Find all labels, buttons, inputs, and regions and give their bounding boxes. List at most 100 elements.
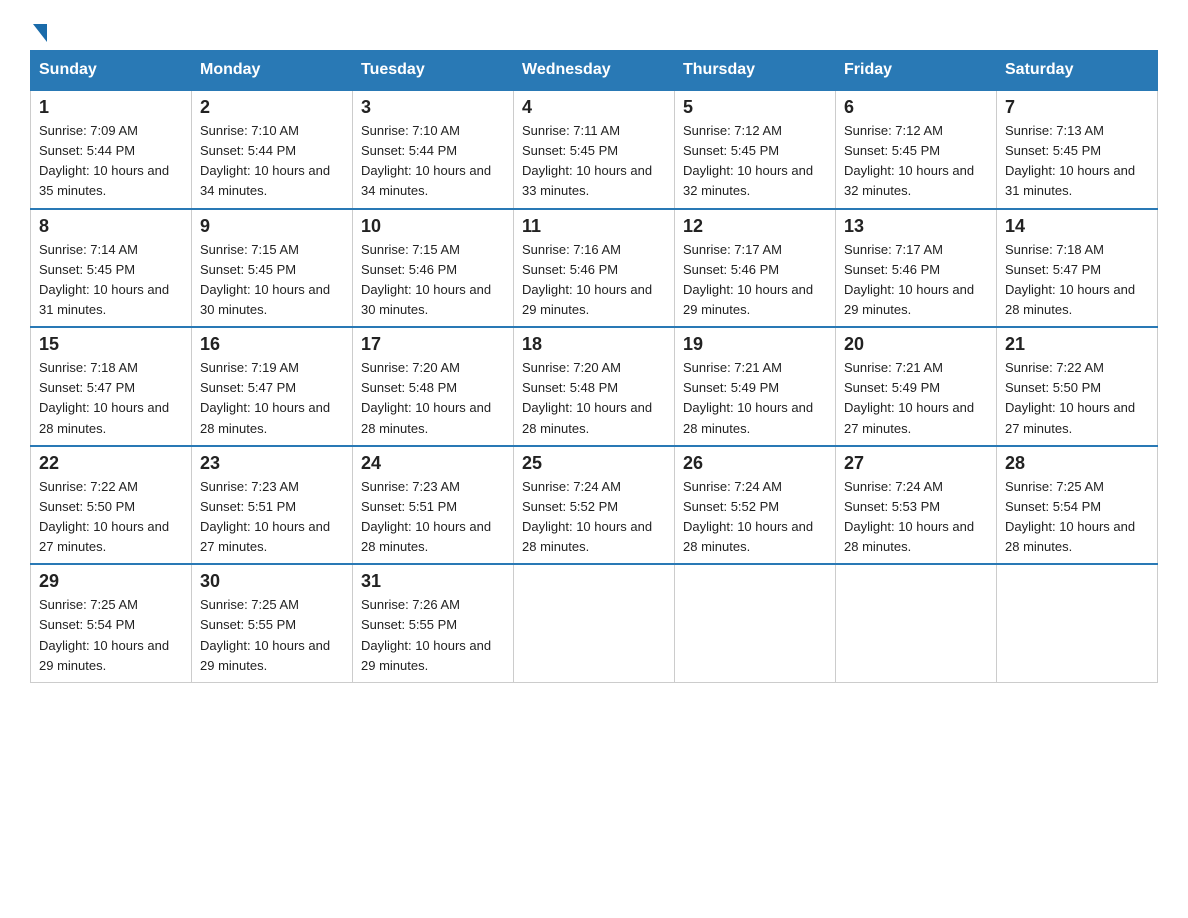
day-info: Sunrise: 7:25 AM Sunset: 5:55 PM Dayligh… <box>200 595 344 676</box>
day-cell-30: 30 Sunrise: 7:25 AM Sunset: 5:55 PM Dayl… <box>192 564 353 682</box>
day-info: Sunrise: 7:24 AM Sunset: 5:53 PM Dayligh… <box>844 477 988 558</box>
day-number: 27 <box>844 453 988 474</box>
day-info: Sunrise: 7:17 AM Sunset: 5:46 PM Dayligh… <box>683 240 827 321</box>
day-number: 22 <box>39 453 183 474</box>
day-cell-27: 27 Sunrise: 7:24 AM Sunset: 5:53 PM Dayl… <box>836 446 997 565</box>
day-number: 24 <box>361 453 505 474</box>
week-row-3: 15 Sunrise: 7:18 AM Sunset: 5:47 PM Dayl… <box>31 327 1158 446</box>
day-info: Sunrise: 7:12 AM Sunset: 5:45 PM Dayligh… <box>844 121 988 202</box>
day-number: 9 <box>200 216 344 237</box>
day-cell-16: 16 Sunrise: 7:19 AM Sunset: 5:47 PM Dayl… <box>192 327 353 446</box>
day-info: Sunrise: 7:21 AM Sunset: 5:49 PM Dayligh… <box>844 358 988 439</box>
header-cell-wednesday: Wednesday <box>514 51 675 91</box>
day-number: 2 <box>200 97 344 118</box>
day-number: 19 <box>683 334 827 355</box>
day-number: 13 <box>844 216 988 237</box>
day-cell-24: 24 Sunrise: 7:23 AM Sunset: 5:51 PM Dayl… <box>353 446 514 565</box>
day-cell-10: 10 Sunrise: 7:15 AM Sunset: 5:46 PM Dayl… <box>353 209 514 328</box>
header-cell-sunday: Sunday <box>31 51 192 91</box>
day-cell-22: 22 Sunrise: 7:22 AM Sunset: 5:50 PM Dayl… <box>31 446 192 565</box>
day-info: Sunrise: 7:23 AM Sunset: 5:51 PM Dayligh… <box>361 477 505 558</box>
day-number: 14 <box>1005 216 1149 237</box>
day-info: Sunrise: 7:15 AM Sunset: 5:45 PM Dayligh… <box>200 240 344 321</box>
day-number: 10 <box>361 216 505 237</box>
day-info: Sunrise: 7:14 AM Sunset: 5:45 PM Dayligh… <box>39 240 183 321</box>
day-number: 7 <box>1005 97 1149 118</box>
day-info: Sunrise: 7:17 AM Sunset: 5:46 PM Dayligh… <box>844 240 988 321</box>
day-info: Sunrise: 7:23 AM Sunset: 5:51 PM Dayligh… <box>200 477 344 558</box>
day-info: Sunrise: 7:12 AM Sunset: 5:45 PM Dayligh… <box>683 121 827 202</box>
day-number: 30 <box>200 571 344 592</box>
day-cell-5: 5 Sunrise: 7:12 AM Sunset: 5:45 PM Dayli… <box>675 90 836 209</box>
day-cell-1: 1 Sunrise: 7:09 AM Sunset: 5:44 PM Dayli… <box>31 90 192 209</box>
calendar-table: SundayMondayTuesdayWednesdayThursdayFrid… <box>30 50 1158 683</box>
day-info: Sunrise: 7:10 AM Sunset: 5:44 PM Dayligh… <box>361 121 505 202</box>
day-number: 31 <box>361 571 505 592</box>
day-number: 17 <box>361 334 505 355</box>
logo <box>30 20 47 40</box>
day-cell-12: 12 Sunrise: 7:17 AM Sunset: 5:46 PM Dayl… <box>675 209 836 328</box>
day-number: 4 <box>522 97 666 118</box>
day-info: Sunrise: 7:24 AM Sunset: 5:52 PM Dayligh… <box>522 477 666 558</box>
day-cell-25: 25 Sunrise: 7:24 AM Sunset: 5:52 PM Dayl… <box>514 446 675 565</box>
day-cell-21: 21 Sunrise: 7:22 AM Sunset: 5:50 PM Dayl… <box>997 327 1158 446</box>
week-row-2: 8 Sunrise: 7:14 AM Sunset: 5:45 PM Dayli… <box>31 209 1158 328</box>
day-number: 6 <box>844 97 988 118</box>
day-cell-19: 19 Sunrise: 7:21 AM Sunset: 5:49 PM Dayl… <box>675 327 836 446</box>
day-number: 28 <box>1005 453 1149 474</box>
day-number: 5 <box>683 97 827 118</box>
empty-cell <box>836 564 997 682</box>
week-row-5: 29 Sunrise: 7:25 AM Sunset: 5:54 PM Dayl… <box>31 564 1158 682</box>
day-info: Sunrise: 7:16 AM Sunset: 5:46 PM Dayligh… <box>522 240 666 321</box>
day-cell-11: 11 Sunrise: 7:16 AM Sunset: 5:46 PM Dayl… <box>514 209 675 328</box>
day-cell-20: 20 Sunrise: 7:21 AM Sunset: 5:49 PM Dayl… <box>836 327 997 446</box>
day-number: 1 <box>39 97 183 118</box>
day-number: 26 <box>683 453 827 474</box>
day-cell-23: 23 Sunrise: 7:23 AM Sunset: 5:51 PM Dayl… <box>192 446 353 565</box>
day-info: Sunrise: 7:25 AM Sunset: 5:54 PM Dayligh… <box>1005 477 1149 558</box>
day-number: 20 <box>844 334 988 355</box>
day-info: Sunrise: 7:25 AM Sunset: 5:54 PM Dayligh… <box>39 595 183 676</box>
day-number: 3 <box>361 97 505 118</box>
day-cell-2: 2 Sunrise: 7:10 AM Sunset: 5:44 PM Dayli… <box>192 90 353 209</box>
header-cell-monday: Monday <box>192 51 353 91</box>
day-info: Sunrise: 7:13 AM Sunset: 5:45 PM Dayligh… <box>1005 121 1149 202</box>
day-number: 15 <box>39 334 183 355</box>
day-info: Sunrise: 7:20 AM Sunset: 5:48 PM Dayligh… <box>522 358 666 439</box>
day-cell-7: 7 Sunrise: 7:13 AM Sunset: 5:45 PM Dayli… <box>997 90 1158 209</box>
day-info: Sunrise: 7:26 AM Sunset: 5:55 PM Dayligh… <box>361 595 505 676</box>
week-row-4: 22 Sunrise: 7:22 AM Sunset: 5:50 PM Dayl… <box>31 446 1158 565</box>
day-info: Sunrise: 7:11 AM Sunset: 5:45 PM Dayligh… <box>522 121 666 202</box>
day-info: Sunrise: 7:22 AM Sunset: 5:50 PM Dayligh… <box>39 477 183 558</box>
header-cell-saturday: Saturday <box>997 51 1158 91</box>
day-info: Sunrise: 7:18 AM Sunset: 5:47 PM Dayligh… <box>39 358 183 439</box>
day-info: Sunrise: 7:19 AM Sunset: 5:47 PM Dayligh… <box>200 358 344 439</box>
day-cell-8: 8 Sunrise: 7:14 AM Sunset: 5:45 PM Dayli… <box>31 209 192 328</box>
day-info: Sunrise: 7:10 AM Sunset: 5:44 PM Dayligh… <box>200 121 344 202</box>
day-cell-14: 14 Sunrise: 7:18 AM Sunset: 5:47 PM Dayl… <box>997 209 1158 328</box>
day-number: 11 <box>522 216 666 237</box>
day-number: 8 <box>39 216 183 237</box>
day-info: Sunrise: 7:18 AM Sunset: 5:47 PM Dayligh… <box>1005 240 1149 321</box>
header-cell-friday: Friday <box>836 51 997 91</box>
empty-cell <box>675 564 836 682</box>
empty-cell <box>514 564 675 682</box>
day-cell-17: 17 Sunrise: 7:20 AM Sunset: 5:48 PM Dayl… <box>353 327 514 446</box>
day-number: 12 <box>683 216 827 237</box>
day-cell-28: 28 Sunrise: 7:25 AM Sunset: 5:54 PM Dayl… <box>997 446 1158 565</box>
calendar-body: 1 Sunrise: 7:09 AM Sunset: 5:44 PM Dayli… <box>31 90 1158 682</box>
day-number: 18 <box>522 334 666 355</box>
empty-cell <box>997 564 1158 682</box>
day-info: Sunrise: 7:15 AM Sunset: 5:46 PM Dayligh… <box>361 240 505 321</box>
week-row-1: 1 Sunrise: 7:09 AM Sunset: 5:44 PM Dayli… <box>31 90 1158 209</box>
header-cell-tuesday: Tuesday <box>353 51 514 91</box>
day-info: Sunrise: 7:20 AM Sunset: 5:48 PM Dayligh… <box>361 358 505 439</box>
day-number: 29 <box>39 571 183 592</box>
day-number: 21 <box>1005 334 1149 355</box>
day-info: Sunrise: 7:09 AM Sunset: 5:44 PM Dayligh… <box>39 121 183 202</box>
day-number: 16 <box>200 334 344 355</box>
page-header <box>30 20 1158 40</box>
day-cell-6: 6 Sunrise: 7:12 AM Sunset: 5:45 PM Dayli… <box>836 90 997 209</box>
day-number: 23 <box>200 453 344 474</box>
day-info: Sunrise: 7:22 AM Sunset: 5:50 PM Dayligh… <box>1005 358 1149 439</box>
